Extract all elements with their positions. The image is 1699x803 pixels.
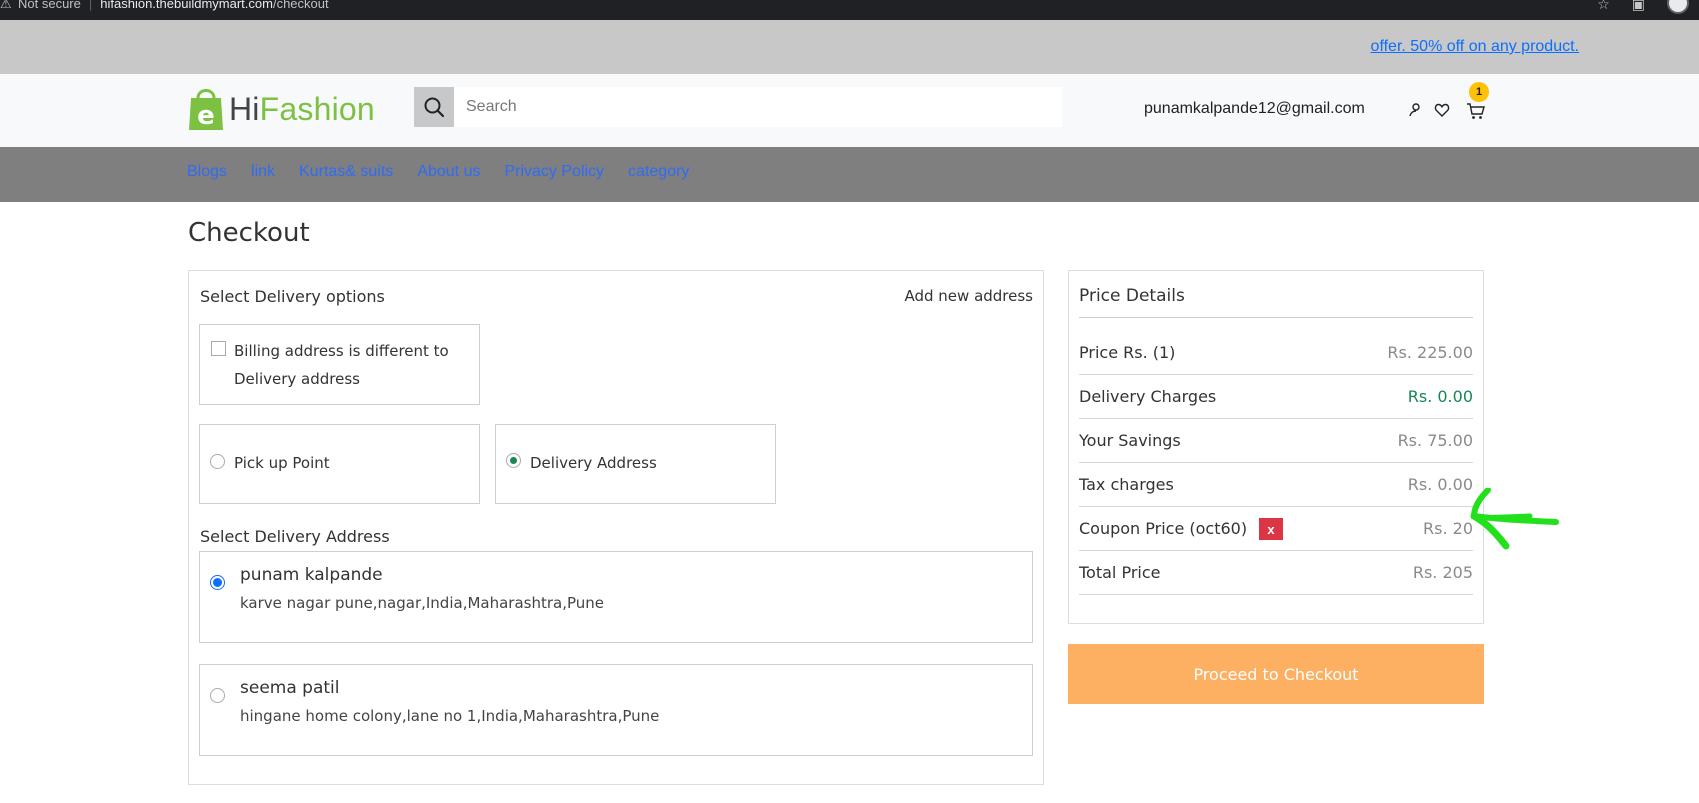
browser-toolbar: ⚠ Not secure | hifashion.thebuildmymart.com… (0, 0, 1699, 20)
tax-label: Tax charges (1079, 475, 1174, 494)
billing-option-box[interactable]: Billing address is different to Delivery… (199, 324, 480, 405)
logo-text-hi: Hi (229, 90, 260, 127)
address-bar[interactable]: ⚠ Not secure | hifashion.thebuildmymart.com… (0, 0, 329, 12)
savings-value: Rs. 75.00 (1397, 431, 1473, 450)
price-row-label: Price Rs. (1) (1079, 343, 1176, 362)
proceed-to-checkout-button[interactable]: Proceed to Checkout (1068, 644, 1484, 704)
address-radio-selected[interactable] (210, 575, 225, 590)
pickup-point-option[interactable]: Pick up Point (199, 424, 480, 504)
search-button[interactable] (414, 87, 454, 127)
delivery-options-heading: Select Delivery options (200, 287, 385, 306)
pickup-point-radio[interactable] (210, 454, 225, 469)
address-card[interactable]: punam kalpande karve nagar pune,nagar,In… (199, 551, 1033, 643)
security-label: Not secure (18, 0, 81, 11)
nav-link-category[interactable]: category (628, 163, 689, 181)
coupon-label: Coupon Price (oct60) (1079, 519, 1248, 538)
bookmark-star-icon[interactable]: ☆ (1597, 0, 1610, 12)
logo-mark: e (197, 101, 215, 131)
billing-checkbox-label: Billing address is different to Delivery… (234, 342, 449, 388)
divider (1079, 317, 1473, 318)
delivery-charges-label: Delivery Charges (1079, 387, 1217, 406)
nav-link-blogs[interactable]: Blogs (187, 163, 227, 181)
nav-link-about-us[interactable]: About us (417, 163, 480, 181)
address-line: karve nagar pune,nagar,India,Maharashtra… (240, 594, 605, 612)
tax-row: Tax charges Rs. 0.00 (1079, 463, 1473, 507)
savings-label: Your Savings (1079, 431, 1181, 450)
address-line: hingane home colony,lane no 1,India,Maha… (240, 707, 660, 725)
user-icon[interactable] (1408, 102, 1422, 122)
wishlist-heart-icon[interactable] (1434, 102, 1450, 122)
nav-link-link[interactable]: link (251, 163, 275, 181)
cart-count-badge: 1 (1469, 82, 1489, 102)
select-delivery-address-heading: Select Delivery Address (200, 527, 390, 546)
cart-icon[interactable] (1466, 102, 1486, 124)
add-new-address-link[interactable]: Add new address (904, 287, 1033, 305)
nav-link-privacy-policy[interactable]: Privacy Policy (504, 163, 604, 181)
delivery-options-card: Select Delivery options Add new address … (188, 270, 1044, 785)
address-name: punam kalpande (240, 565, 383, 585)
coupon-row: Coupon Price (oct60) x Rs. 20 (1079, 507, 1473, 551)
warning-icon: ⚠ (0, 0, 12, 11)
search-input[interactable] (454, 87, 1062, 127)
shopping-bag-logo-icon: e (187, 86, 225, 132)
site-logo[interactable]: e HiFashion (187, 86, 375, 132)
annotation-arrow-icon (1470, 488, 1559, 550)
remove-coupon-button[interactable]: x (1259, 518, 1283, 540)
search-bar (414, 87, 1062, 127)
address-card[interactable]: seema patil hingane home colony,lane no … (199, 664, 1033, 756)
site-header: e HiFashion punamkalpande12@gmail.com (0, 74, 1699, 147)
main-nav: Blogs link Kurtas& suits About us Privac… (0, 147, 1699, 202)
delivery-address-radio[interactable] (506, 453, 521, 468)
price-details-title: Price Details (1079, 286, 1185, 306)
billing-different-checkbox[interactable] (211, 341, 226, 356)
price-row: Price Rs. (1) Rs. 225.00 (1079, 331, 1473, 375)
nav-link-kurtas-suits[interactable]: Kurtas& suits (299, 163, 393, 181)
price-row-value: Rs. 225.00 (1387, 343, 1473, 362)
extensions-icon[interactable]: ▣ (1632, 0, 1645, 12)
total-label: Total Price (1079, 563, 1161, 582)
address-radio[interactable] (210, 688, 225, 703)
user-email[interactable]: punamkalpande12@gmail.com (1144, 100, 1365, 118)
total-value: Rs. 205 (1412, 563, 1473, 582)
page-title: Checkout (188, 218, 310, 248)
price-details-card: Price Details Price Rs. (1) Rs. 225.00 D… (1068, 270, 1484, 624)
total-row: Total Price Rs. 205 (1079, 551, 1473, 595)
logo-text-fashion: Fashion (259, 90, 375, 127)
pickup-point-label: Pick up Point (234, 454, 330, 472)
offer-link[interactable]: offer. 50% off on any product. (1371, 38, 1579, 56)
delivery-address-label: Delivery Address (530, 454, 657, 472)
search-icon (424, 97, 445, 118)
url-path: /checkout (272, 0, 329, 11)
savings-row: Your Savings Rs. 75.00 (1079, 419, 1473, 463)
delivery-address-option[interactable]: Delivery Address (495, 424, 776, 504)
offer-banner: offer. 50% off on any product. (0, 20, 1699, 74)
coupon-value: Rs. 20 (1423, 519, 1473, 538)
url-host: hifashion.thebuildmymart.com (100, 0, 273, 11)
delivery-charges-value: Rs. 0.00 (1407, 387, 1473, 406)
address-name: seema patil (240, 678, 340, 698)
tax-value: Rs. 0.00 (1407, 475, 1473, 494)
delivery-charges-row: Delivery Charges Rs. 0.00 (1079, 375, 1473, 419)
profile-avatar[interactable] (1667, 0, 1689, 14)
